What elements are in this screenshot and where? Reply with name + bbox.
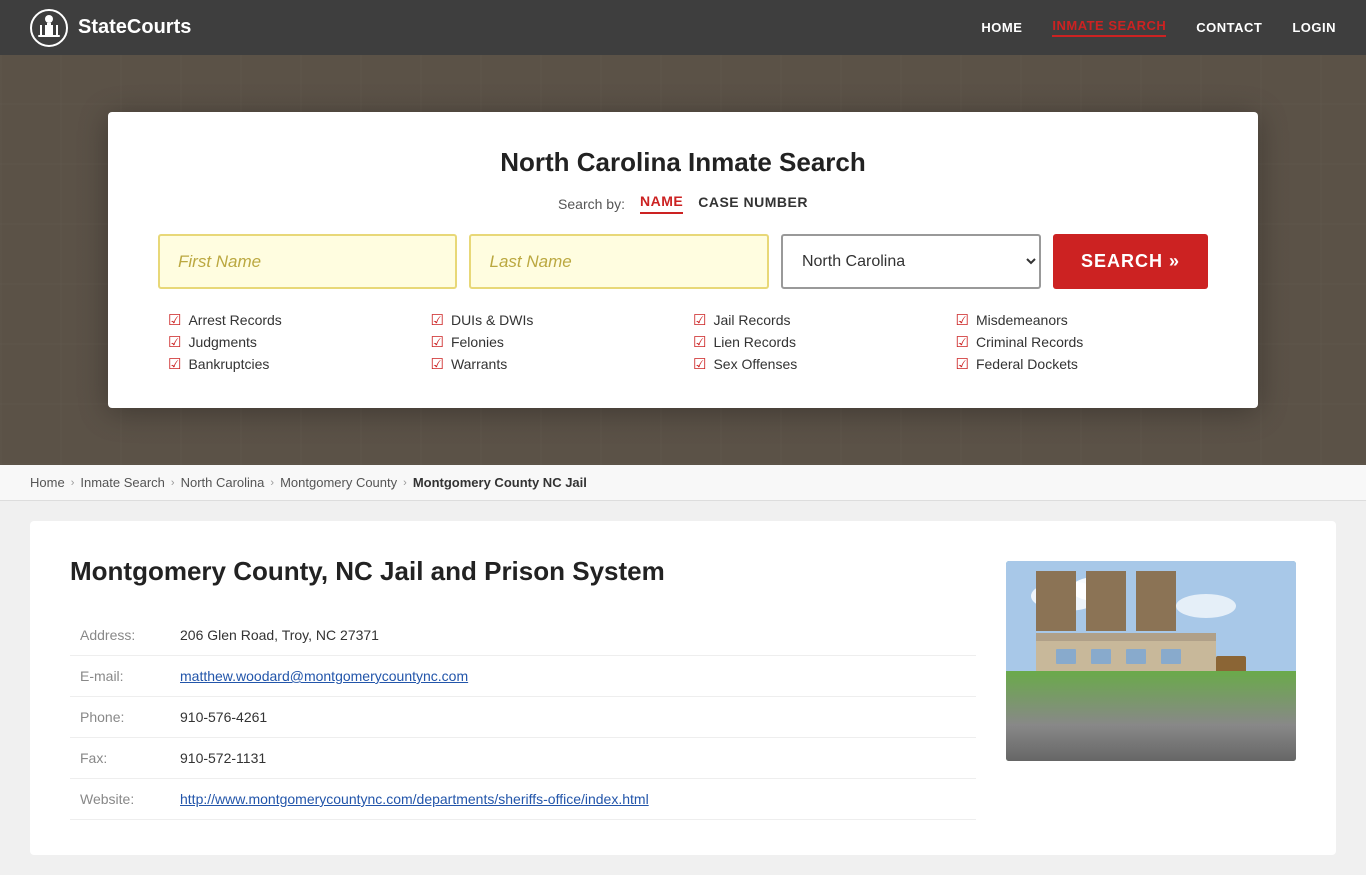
content-main: Montgomery County, NC Jail and Prison Sy… (70, 556, 976, 820)
website-label: Website: (70, 779, 170, 820)
check-icon: ☑ (693, 311, 706, 329)
main-nav: HOME INMATE SEARCH CONTACT LOGIN (981, 18, 1336, 37)
search-by-label: Search by: (558, 196, 625, 212)
search-button[interactable]: SEARCH » (1053, 234, 1208, 289)
check-label: Sex Offenses (713, 356, 797, 372)
check-label: Arrest Records (188, 312, 281, 328)
email-link[interactable]: matthew.woodard@montgomerycountync.com (180, 668, 468, 684)
check-warrants: ☑ Warrants (431, 355, 674, 373)
logo-text: StateCourts (78, 16, 191, 39)
facility-image (1006, 561, 1296, 761)
check-sex-offenses: ☑ Sex Offenses (693, 355, 936, 373)
check-icon: ☑ (168, 311, 181, 329)
breadcrumb-sep-3: › (270, 477, 274, 489)
checkboxes-grid: ☑ Arrest Records ☑ DUIs & DWIs ☑ Jail Re… (158, 311, 1208, 373)
check-label: Lien Records (713, 334, 796, 350)
nav-inmate-search[interactable]: INMATE SEARCH (1052, 18, 1166, 37)
check-misdemeanors: ☑ Misdemeanors (956, 311, 1199, 329)
check-label: Criminal Records (976, 334, 1083, 350)
check-jail-records: ☑ Jail Records (693, 311, 936, 329)
breadcrumb-sep-1: › (71, 477, 75, 489)
page-title: Montgomery County, NC Jail and Prison Sy… (70, 556, 976, 587)
check-icon: ☑ (431, 333, 444, 351)
check-icon: ☑ (956, 333, 969, 351)
check-icon: ☑ (693, 355, 706, 373)
email-value: matthew.woodard@montgomerycountync.com (170, 656, 976, 697)
header: StateCourts HOME INMATE SEARCH CONTACT L… (0, 0, 1366, 55)
breadcrumb-home[interactable]: Home (30, 475, 65, 490)
nav-login[interactable]: LOGIN (1292, 20, 1336, 35)
breadcrumb-sep-2: › (171, 477, 175, 489)
search-card-title: North Carolina Inmate Search (158, 147, 1208, 178)
check-icon: ☑ (168, 333, 181, 351)
hero-section: COURTHOUSE North Carolina Inmate Search … (0, 55, 1366, 465)
content-card: Montgomery County, NC Jail and Prison Sy… (30, 521, 1336, 855)
last-name-input[interactable] (469, 234, 768, 289)
tab-case-number[interactable]: CASE NUMBER (698, 194, 808, 213)
search-card: North Carolina Inmate Search Search by: … (108, 112, 1258, 408)
check-label: Federal Dockets (976, 356, 1078, 372)
phone-row: Phone: 910-576-4261 (70, 697, 976, 738)
search-by-row: Search by: NAME CASE NUMBER (158, 193, 1208, 214)
address-row: Address: 206 Glen Road, Troy, NC 27371 (70, 615, 976, 656)
check-bankruptcies: ☑ Bankruptcies (168, 355, 411, 373)
check-icon: ☑ (693, 333, 706, 351)
check-duis: ☑ DUIs & DWIs (431, 311, 674, 329)
website-value: http://www.montgomerycountync.com/depart… (170, 779, 976, 820)
check-icon: ☑ (168, 355, 181, 373)
address-value: 206 Glen Road, Troy, NC 27371 (170, 615, 976, 656)
check-lien-records: ☑ Lien Records (693, 333, 936, 351)
search-inputs-row: North Carolina Alabama Alaska Arizona Ar… (158, 234, 1208, 289)
email-label: E-mail: (70, 656, 170, 697)
check-criminal-records: ☑ Criminal Records (956, 333, 1199, 351)
tab-name[interactable]: NAME (640, 193, 683, 214)
check-judgments: ☑ Judgments (168, 333, 411, 351)
content-area: Montgomery County, NC Jail and Prison Sy… (0, 501, 1366, 875)
breadcrumb-montgomery-county[interactable]: Montgomery County (280, 475, 397, 490)
check-felonies: ☑ Felonies (431, 333, 674, 351)
check-label: Jail Records (713, 312, 790, 328)
facility-image-container (1006, 561, 1296, 820)
fax-row: Fax: 910-572-1131 (70, 738, 976, 779)
state-select[interactable]: North Carolina Alabama Alaska Arizona Ar… (781, 234, 1041, 289)
phone-label: Phone: (70, 697, 170, 738)
breadcrumb-north-carolina[interactable]: North Carolina (181, 475, 265, 490)
logo[interactable]: StateCourts (30, 9, 191, 47)
nav-home[interactable]: HOME (981, 20, 1022, 35)
breadcrumb-sep-4: › (403, 477, 407, 489)
check-label: Felonies (451, 334, 504, 350)
breadcrumb-inmate-search[interactable]: Inmate Search (80, 475, 165, 490)
website-link[interactable]: http://www.montgomerycountync.com/depart… (180, 791, 649, 807)
fax-label: Fax: (70, 738, 170, 779)
website-row: Website: http://www.montgomerycountync.c… (70, 779, 976, 820)
nav-contact[interactable]: CONTACT (1196, 20, 1262, 35)
check-icon: ☑ (431, 311, 444, 329)
check-icon: ☑ (431, 355, 444, 373)
facility-svg (1006, 561, 1296, 761)
address-label: Address: (70, 615, 170, 656)
first-name-input[interactable] (158, 234, 457, 289)
check-arrest-records: ☑ Arrest Records (168, 311, 411, 329)
phone-value: 910-576-4261 (170, 697, 976, 738)
email-row: E-mail: matthew.woodard@montgomerycounty… (70, 656, 976, 697)
check-label: Warrants (451, 356, 507, 372)
breadcrumb: Home › Inmate Search › North Carolina › … (0, 465, 1366, 501)
info-table: Address: 206 Glen Road, Troy, NC 27371 E… (70, 615, 976, 820)
check-label: Misdemeanors (976, 312, 1068, 328)
check-icon: ☑ (956, 355, 969, 373)
check-icon: ☑ (956, 311, 969, 329)
check-label: DUIs & DWIs (451, 312, 533, 328)
check-federal-dockets: ☑ Federal Dockets (956, 355, 1199, 373)
check-label: Judgments (188, 334, 256, 350)
fax-value: 910-572-1131 (170, 738, 976, 779)
check-label: Bankruptcies (188, 356, 269, 372)
logo-icon (30, 9, 68, 47)
breadcrumb-current: Montgomery County NC Jail (413, 475, 587, 490)
